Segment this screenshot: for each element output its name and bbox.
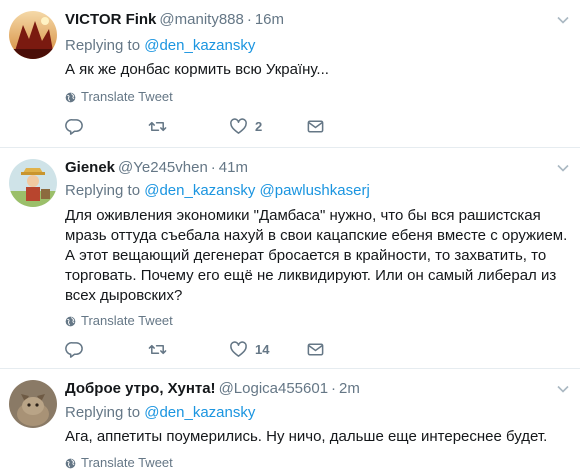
reply-icon [65,342,83,358]
tweet-text: А як же донбас кормить всю Україну... [65,61,329,78]
tweet-actions: 14 [65,340,335,360]
avatar[interactable] [9,11,57,59]
avatar-image [9,11,57,59]
tweet-header: Доброе утро, Хунта! @Logica455601 · 2m [65,379,360,399]
like-button[interactable]: 14 [229,340,269,359]
timestamp[interactable]: 41m [219,159,248,176]
translate-tweet-link[interactable]: Translate Tweet [65,89,173,105]
tweet[interactable]: Gienek @Ye245vhen · 41m Replying to @den_ka… [0,148,580,369]
avatar[interactable] [9,159,57,207]
avatar[interactable] [9,380,57,428]
display-name[interactable]: Gienek [65,159,115,176]
mention-link[interactable]: @den_kazansky [144,37,255,54]
avatar-image [9,380,57,428]
replying-to: Replying to @den_kazansky @pawlushkaserj [65,181,370,201]
tweet[interactable]: Доброе утро, Хунта! @Logica455601 · 2m Repl… [0,369,580,470]
like-icon [230,118,247,134]
mention-link[interactable]: @den_kazansky [144,404,255,421]
separator-dot: · [210,159,216,176]
reply-icon [65,119,83,135]
retweet-icon [148,344,167,355]
globe-icon [65,458,76,468]
like-count: 2 [255,119,263,134]
mention-links[interactable]: @den_kazansky @pawlushkaserj [144,182,370,199]
timestamp[interactable]: 2m [339,380,360,397]
globe-icon [65,316,76,326]
display-name[interactable]: VICTOR Fink [65,11,156,28]
like-icon [230,341,247,357]
like-count: 14 [255,342,270,357]
dm-icon [307,120,324,133]
direct-message-button[interactable] [306,340,325,359]
translate-tweet-link[interactable]: Translate Tweet [65,313,173,329]
user-handle[interactable]: @Logica455601 [219,380,328,397]
retweet-icon [148,121,167,132]
caret-down-icon[interactable] [557,162,569,174]
separator-dot: · [246,11,252,28]
replying-label: Replying to [65,404,141,421]
retweet-button[interactable] [148,117,167,136]
display-name[interactable]: Доброе утро, Хунта! [65,380,216,397]
user-handle[interactable]: @Ye245vhen [118,159,208,176]
tweet-text: Ага, аппетиты поумерились. Ну ничо, даль… [65,428,548,445]
globe-icon [65,92,76,102]
translate-tweet-link[interactable]: Translate Tweet [65,455,173,471]
reply-button[interactable] [65,117,84,136]
like-button[interactable]: 2 [229,117,262,136]
tweet-header: VICTOR Fink @manity888 · 16m [65,10,284,30]
tweet-header: Gienek @Ye245vhen · 41m [65,158,248,178]
translate-label: Translate Tweet [81,89,173,104]
replying-label: Replying to [65,182,141,199]
replying-to: Replying to @den_kazansky [65,36,255,56]
timestamp[interactable]: 16m [255,11,284,28]
direct-message-button[interactable] [306,117,325,136]
reply-button[interactable] [65,340,84,359]
separator-dot: · [331,380,337,397]
avatar-image [9,159,57,207]
tweet[interactable]: VICTOR Fink @manity888 · 16m Replying to @d… [0,0,580,148]
replying-label: Replying to [65,37,141,54]
tweet-actions: 2 [65,117,335,137]
caret-down-icon[interactable] [557,14,569,26]
retweet-button[interactable] [148,340,167,359]
user-handle[interactable]: @manity888 [159,11,243,28]
replying-to: Replying to @den_kazansky [65,403,255,423]
caret-down-icon[interactable] [557,383,569,395]
translate-label: Translate Tweet [81,313,173,328]
dm-icon [307,343,324,356]
translate-label: Translate Tweet [81,455,173,470]
tweet-text: Для оживления экономики "Дамбаса" нужно,… [65,207,568,304]
